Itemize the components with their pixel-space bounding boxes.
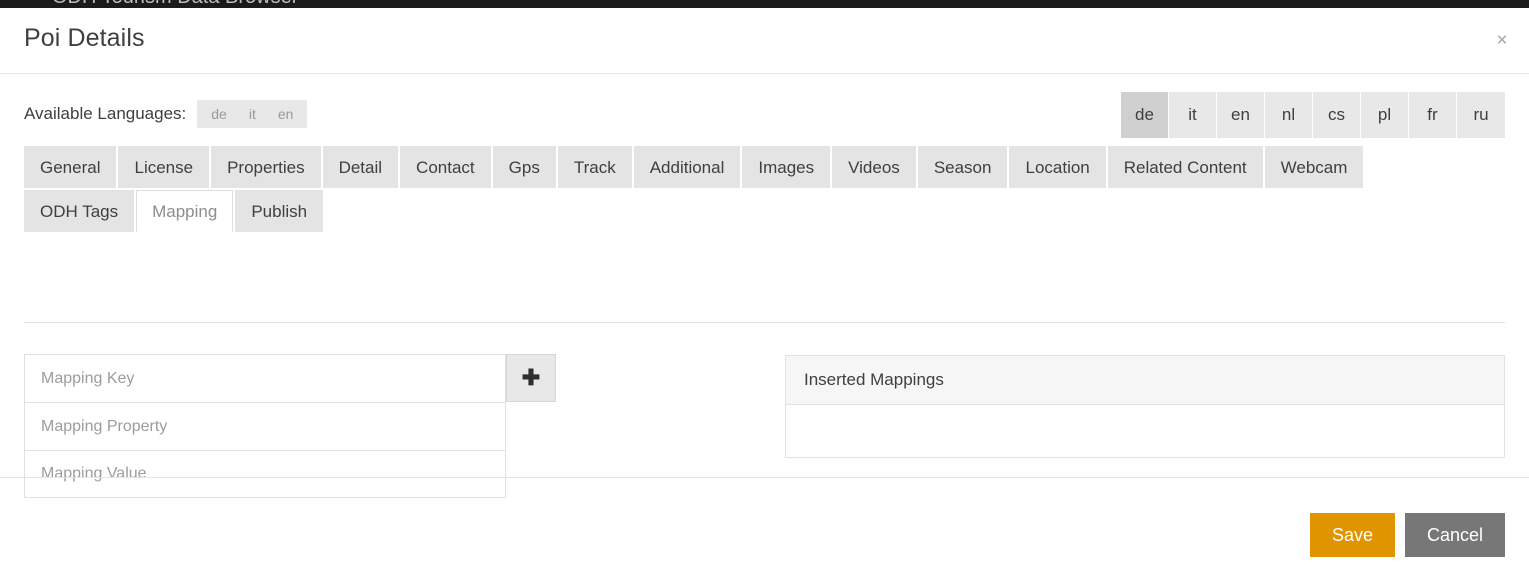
footer-actions: Save Cancel — [1309, 513, 1505, 557]
inserted-mappings-list — [786, 405, 1504, 457]
inserted-mappings-panel: Inserted Mappings — [785, 355, 1505, 458]
tab-images[interactable]: Images — [742, 146, 831, 188]
inserted-mappings-header: Inserted Mappings — [786, 356, 1504, 405]
tab-row-primary: General License Properties Detail Contact Gps… — [24, 146, 1505, 190]
tab-season[interactable]: Season — [917, 146, 1008, 188]
language-button-cs[interactable]: cs — [1313, 92, 1361, 138]
available-language-chip: en — [277, 106, 294, 122]
available-languages: Available Languages: de it en — [24, 100, 308, 128]
mapping-property-input[interactable] — [24, 402, 506, 450]
modal-header: Poi Details × — [0, 8, 1529, 74]
tab-webcam[interactable]: Webcam — [1264, 146, 1364, 188]
tab-odh-tags[interactable]: ODH Tags — [24, 190, 135, 232]
language-button-it[interactable]: it — [1169, 92, 1217, 138]
tab-detail[interactable]: Detail — [322, 146, 399, 188]
language-button-de[interactable]: de — [1121, 92, 1169, 138]
tab-properties[interactable]: Properties — [211, 146, 321, 188]
language-button-ru[interactable]: ru — [1457, 92, 1505, 138]
language-button-fr[interactable]: fr — [1409, 92, 1457, 138]
poi-details-modal: Poi Details × Available Languages: de it e… — [0, 8, 1529, 566]
tab-mapping[interactable]: Mapping — [136, 190, 234, 232]
available-languages-label: Available Languages: — [24, 104, 187, 123]
tab-license[interactable]: License — [118, 146, 210, 188]
available-language-chip: de — [211, 106, 227, 122]
tab-row-secondary: ODH Tags Mapping Publish — [24, 190, 1505, 234]
add-mapping-button[interactable]: ✚ — [506, 354, 556, 402]
cancel-button[interactable]: Cancel — [1404, 513, 1505, 557]
tab-general[interactable]: General — [24, 146, 117, 188]
tab-track[interactable]: Track — [557, 146, 632, 188]
available-languages-chips: de it en — [197, 100, 308, 128]
tab-additional[interactable]: Additional — [633, 146, 741, 188]
language-button-nl[interactable]: nl — [1265, 92, 1313, 138]
tab-related-content[interactable]: Related Content — [1107, 146, 1263, 188]
tab-gps[interactable]: Gps — [492, 146, 556, 188]
tab-bar-divider — [24, 322, 1505, 323]
save-button[interactable]: Save — [1309, 513, 1395, 557]
page-title: Poi Details — [24, 24, 145, 52]
language-button-en[interactable]: en — [1217, 92, 1265, 138]
language-switcher[interactable]: de it en nl cs pl fr ru — [1121, 92, 1505, 138]
tab-videos[interactable]: Videos — [832, 146, 916, 188]
mapping-key-input[interactable] — [24, 354, 506, 402]
modal-body: Available Languages: de it en de it en nl cs pl… — [0, 74, 1529, 498]
tab-location[interactable]: Location — [1009, 146, 1106, 188]
language-button-pl[interactable]: pl — [1361, 92, 1409, 138]
available-language-chip: it — [248, 106, 256, 122]
tab-contact[interactable]: Contact — [400, 146, 491, 188]
tab-publish[interactable]: Publish — [235, 190, 324, 232]
close-icon[interactable]: × — [1489, 28, 1515, 54]
modal-footer: Save Cancel — [0, 477, 1529, 566]
tab-bar: General License Properties Detail Contact Gps… — [24, 146, 1505, 234]
